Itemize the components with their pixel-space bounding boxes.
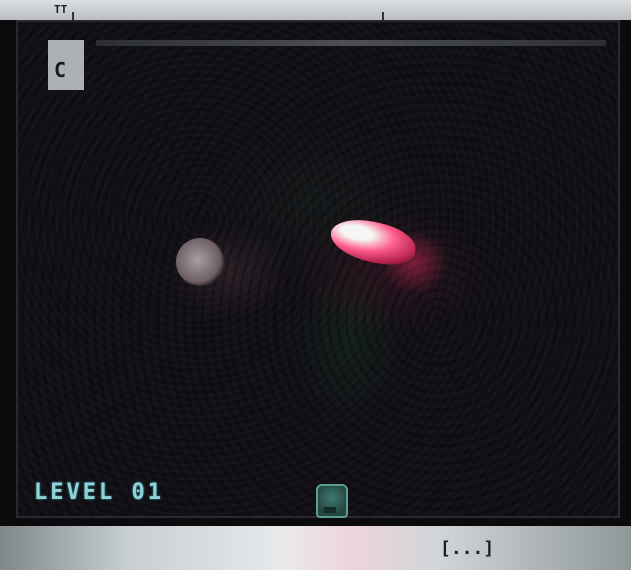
tick-mark xyxy=(382,12,384,20)
top-strip-text: TT xyxy=(54,3,68,16)
status-icon xyxy=(316,484,348,518)
level-label: LEVEL 01 xyxy=(34,480,164,505)
top-status-bar xyxy=(96,40,606,46)
bottom-strip xyxy=(0,526,631,570)
bottom-right-label: [...] xyxy=(440,538,495,559)
tick-mark xyxy=(72,12,74,20)
background-texture xyxy=(18,22,618,516)
hud-corner-glyph: C xyxy=(54,58,67,82)
game-viewport[interactable] xyxy=(16,20,620,518)
enemy-blob xyxy=(176,238,224,286)
top-strip: TT xyxy=(0,0,631,20)
hud-block-icon: C xyxy=(48,40,84,90)
